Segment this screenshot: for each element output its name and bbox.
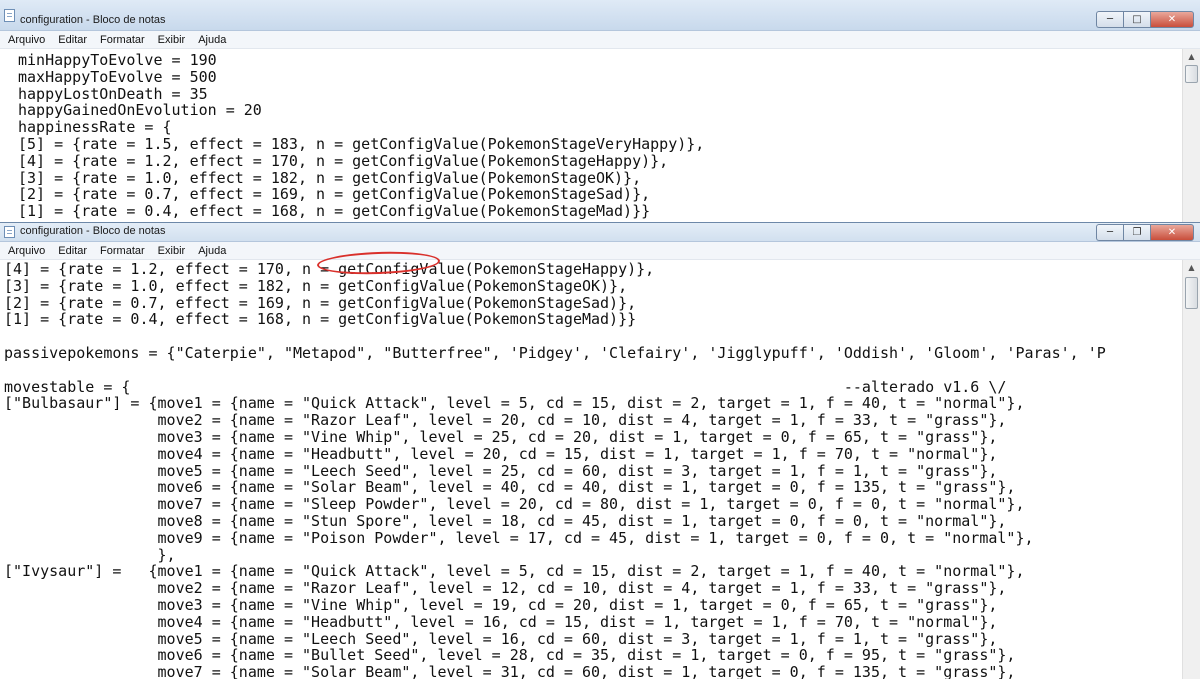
menu-arquivo[interactable]: Arquivo (8, 34, 45, 46)
window-title: configuration - Bloco de notas (20, 14, 166, 26)
restore-button[interactable]: ❐ (1123, 224, 1150, 241)
editor-text[interactable]: [4] = {rate = 1.2, effect = 170, n = get… (0, 260, 1182, 679)
menu-arquivo[interactable]: Arquivo (8, 245, 45, 257)
menu-bar: Arquivo Editar Formatar Exibir Ajuda (0, 242, 1200, 260)
minimize-button[interactable]: ─ (1096, 11, 1123, 28)
window-title: configuration - Bloco de notas (20, 225, 166, 237)
maximize-button[interactable]: □ (1123, 11, 1150, 28)
window-controls: ─ □ ✕ (1096, 11, 1194, 28)
scroll-up-icon[interactable]: ▲ (1183, 49, 1200, 64)
vertical-scrollbar[interactable]: ▲ (1182, 260, 1200, 679)
scroll-up-icon[interactable]: ▲ (1183, 260, 1200, 275)
close-button[interactable]: ✕ (1150, 11, 1194, 28)
menu-exibir[interactable]: Exibir (158, 245, 186, 257)
menu-formatar[interactable]: Formatar (100, 245, 145, 257)
menu-formatar[interactable]: Formatar (100, 34, 145, 46)
menu-editar[interactable]: Editar (58, 34, 87, 46)
notepad-icon (4, 9, 15, 22)
title-bar[interactable]: configuration - Bloco de notas ─ ❐ ✕ (0, 223, 1200, 242)
text-editor[interactable]: minHappyToEvolve = 190 maxHappyToEvolve … (0, 49, 1200, 222)
text-editor[interactable]: [4] = {rate = 1.2, effect = 170, n = get… (0, 260, 1200, 679)
menu-ajuda[interactable]: Ajuda (198, 245, 226, 257)
close-button[interactable]: ✕ (1150, 224, 1194, 241)
menu-exibir[interactable]: Exibir (158, 34, 186, 46)
vertical-scrollbar[interactable]: ▲ (1182, 49, 1200, 222)
window-controls: ─ ❐ ✕ (1096, 224, 1194, 241)
editor-text[interactable]: minHappyToEvolve = 190 maxHappyToEvolve … (0, 49, 1182, 222)
notepad-icon (4, 226, 15, 238)
minimize-button[interactable]: ─ (1096, 224, 1123, 241)
notepad-window-bottom: configuration - Bloco de notas ─ ❐ ✕ Arq… (0, 222, 1200, 679)
scroll-thumb[interactable] (1185, 277, 1198, 309)
scroll-thumb[interactable] (1185, 65, 1198, 83)
menu-ajuda[interactable]: Ajuda (198, 34, 226, 46)
menu-editar[interactable]: Editar (58, 245, 87, 257)
title-bar[interactable]: configuration - Bloco de notas ─ □ ✕ (0, 0, 1200, 31)
menu-bar: Arquivo Editar Formatar Exibir Ajuda (0, 31, 1200, 49)
notepad-window-top: configuration - Bloco de notas ─ □ ✕ Arq… (0, 0, 1200, 222)
